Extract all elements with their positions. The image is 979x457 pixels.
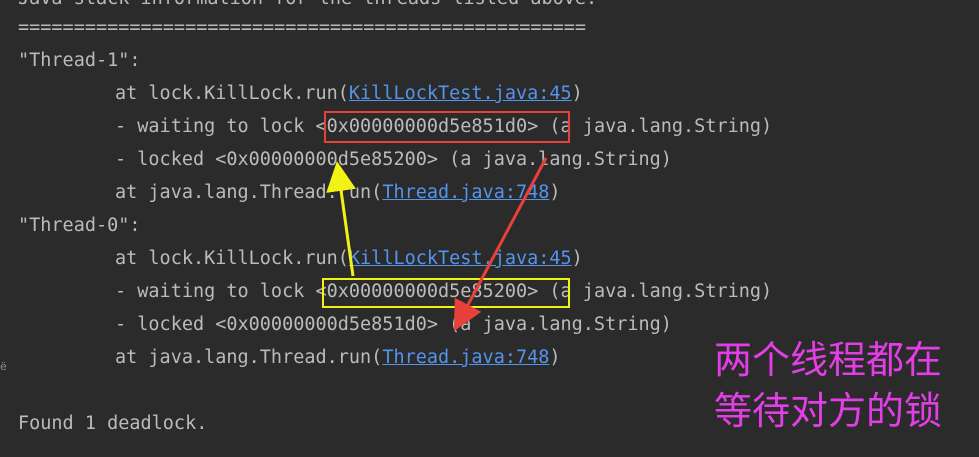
console-output: Java stack information for the threads l… — [0, 0, 979, 457]
annotation-line-1: 两个线程都在 — [714, 338, 943, 382]
annotation-line-2: 等待对方的锁 — [714, 389, 943, 433]
yellow-arrow — [326, 161, 356, 277]
red-arrow — [453, 157, 548, 332]
